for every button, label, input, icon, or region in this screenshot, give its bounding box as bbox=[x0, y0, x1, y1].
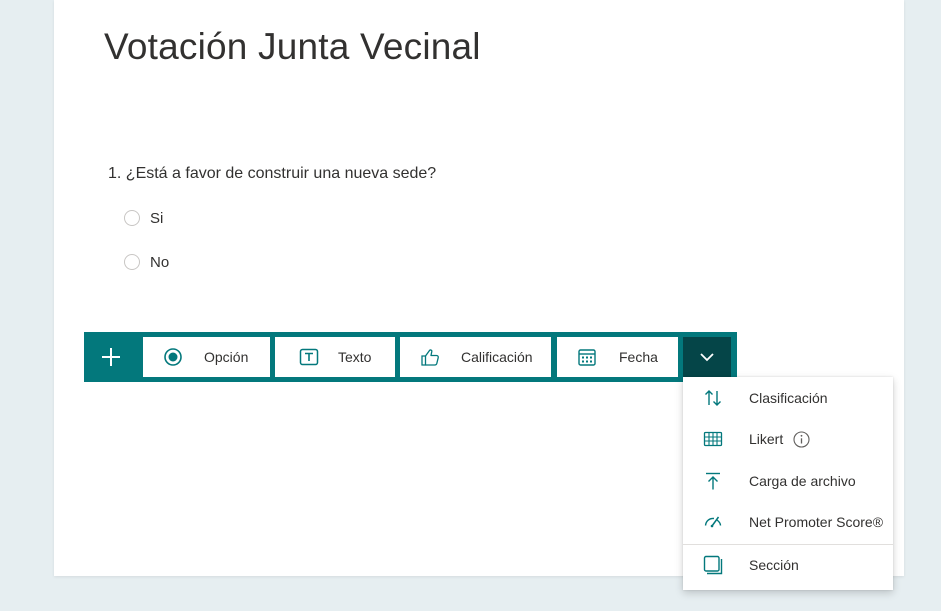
option-si[interactable]: Si bbox=[124, 207, 163, 229]
add-rating-label: Calificación bbox=[461, 349, 533, 365]
chevron-down-icon bbox=[700, 353, 714, 362]
likert-icon bbox=[703, 431, 723, 447]
menu-item-label: Likert bbox=[749, 431, 784, 447]
radio-icon bbox=[164, 348, 182, 366]
menu-item-file-upload[interactable]: Carga de archivo bbox=[683, 461, 893, 501]
menu-item-ranking[interactable]: Clasificación bbox=[683, 378, 893, 418]
upload-icon bbox=[706, 472, 720, 490]
radio-button[interactable] bbox=[124, 210, 140, 226]
menu-item-section[interactable]: Sección bbox=[683, 545, 893, 585]
menu-item-net-promoter-score[interactable]: Net Promoter Score® bbox=[683, 502, 893, 542]
gauge-icon bbox=[704, 516, 722, 528]
section-icon bbox=[703, 555, 723, 575]
option-label: Si bbox=[150, 209, 164, 227]
menu-item-label: Sección bbox=[749, 557, 799, 573]
more-question-types-button[interactable] bbox=[683, 337, 731, 377]
add-choice-button[interactable]: Opción bbox=[143, 337, 270, 377]
option-label: No bbox=[150, 253, 170, 271]
menu-item-likert[interactable]: Likert bbox=[683, 419, 893, 459]
add-text-label: Texto bbox=[338, 349, 372, 365]
menu-item-label: Clasificación bbox=[749, 390, 828, 406]
add-choice-label: Opción bbox=[204, 349, 249, 365]
add-date-button[interactable]: Fecha bbox=[557, 337, 678, 377]
text-icon bbox=[299, 348, 319, 366]
add-question-button[interactable] bbox=[84, 332, 138, 382]
menu-item-label: Net Promoter Score® bbox=[749, 514, 884, 530]
info-icon[interactable] bbox=[793, 431, 810, 448]
radio-button[interactable] bbox=[124, 254, 140, 270]
question-text[interactable]: 1. ¿Está a favor de construir una nueva … bbox=[108, 165, 436, 183]
thumbs-up-icon bbox=[421, 349, 439, 366]
calendar-icon bbox=[578, 349, 596, 366]
form-title[interactable]: Votación Junta Vecinal bbox=[104, 26, 481, 68]
more-question-types-menu: Clasificación Likert Carga de archivo Ne… bbox=[683, 377, 893, 590]
ranking-icon bbox=[705, 390, 721, 406]
add-question-toolbar: Opción Texto Calificación Fecha bbox=[84, 332, 737, 382]
menu-item-label: Carga de archivo bbox=[749, 473, 856, 489]
add-date-label: Fecha bbox=[619, 349, 658, 365]
option-no[interactable]: No bbox=[124, 251, 169, 273]
add-rating-button[interactable]: Calificación bbox=[400, 337, 551, 377]
add-text-button[interactable]: Texto bbox=[275, 337, 395, 377]
plus-icon bbox=[102, 348, 120, 366]
